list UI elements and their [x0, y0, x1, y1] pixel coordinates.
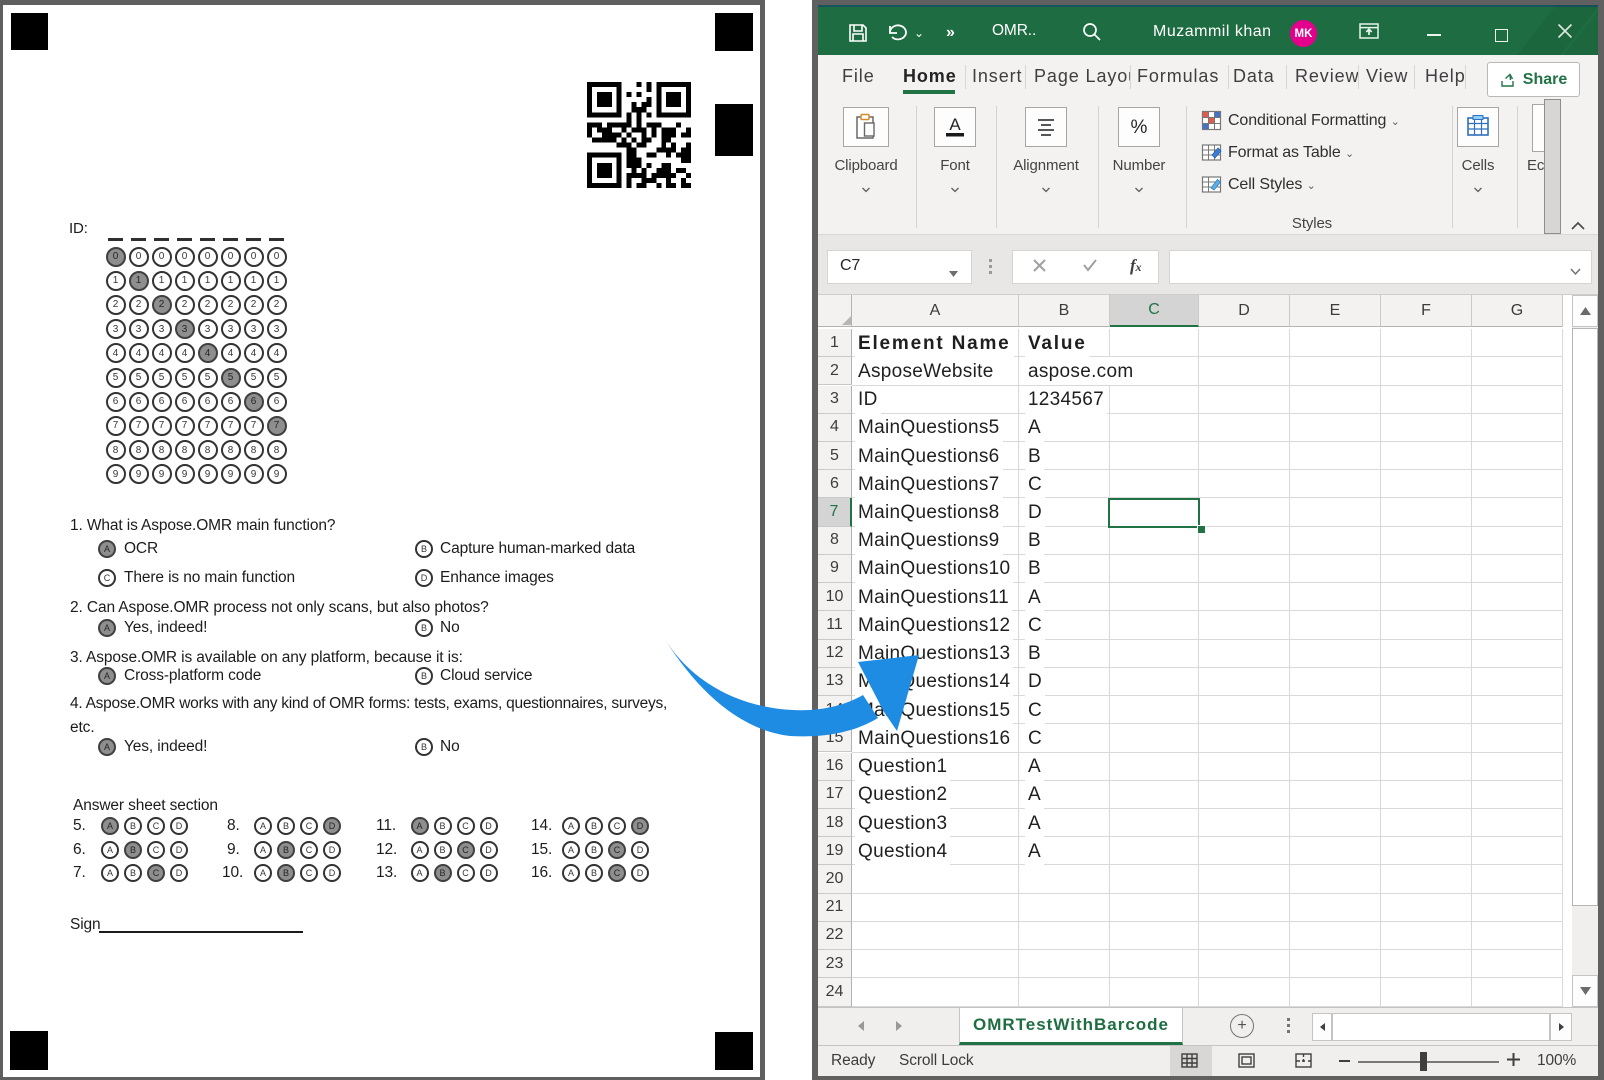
svg-text:%: % — [1131, 117, 1148, 138]
svg-text:A: A — [949, 115, 961, 134]
